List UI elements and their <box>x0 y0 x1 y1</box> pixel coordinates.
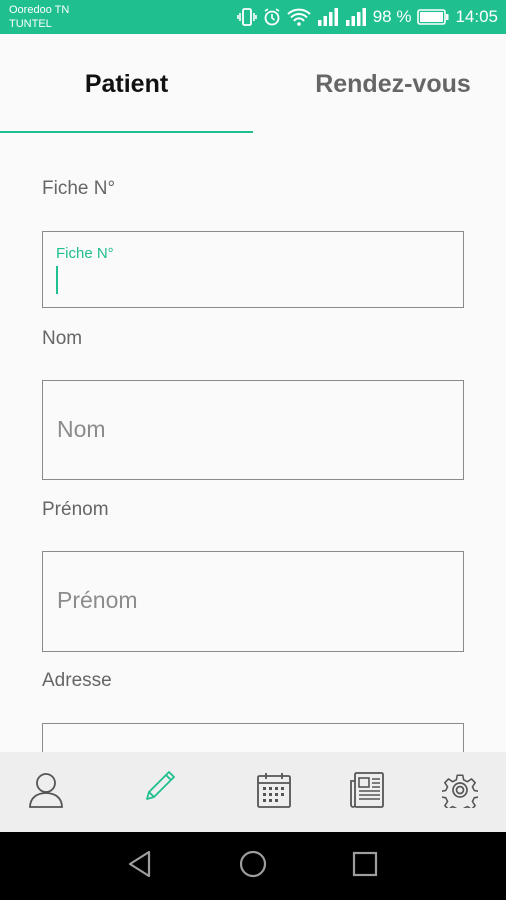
battery-percent: 98 % <box>372 7 412 26</box>
carrier-info: Ooredoo TN TUNTEL <box>9 3 69 31</box>
vibrate-icon <box>236 8 257 26</box>
patient-form: Fiche N° Fiche N° Nom Nom Prénom Prénom … <box>0 134 506 752</box>
tab-rendez-vous[interactable]: Rendez-vous <box>253 34 506 134</box>
tab-bar: Patient Rendez-vous <box>0 34 506 134</box>
fiche-input[interactable]: Fiche N° <box>42 231 464 308</box>
adresse-label: Adresse <box>42 670 112 691</box>
home-button[interactable] <box>235 848 271 884</box>
back-icon <box>127 850 153 883</box>
signal-icon <box>345 8 367 26</box>
nom-placeholder: Nom <box>57 416 106 442</box>
settings-icon <box>440 772 480 814</box>
nav-settings[interactable] <box>434 766 486 818</box>
system-navigation-bar <box>0 832 506 900</box>
active-tab-indicator <box>0 131 253 133</box>
fiche-label: Fiche N° <box>42 178 116 199</box>
text-cursor <box>56 266 58 294</box>
nav-edit[interactable] <box>134 760 186 812</box>
carrier-name: Ooredoo TN <box>9 4 70 16</box>
wifi-icon <box>287 8 311 26</box>
fiche-floating-label: Fiche N° <box>56 245 114 262</box>
prenom-input[interactable]: Prénom <box>42 551 464 652</box>
newspaper-icon <box>349 771 385 814</box>
status-icons: 98 % 14:05 <box>236 6 498 28</box>
profile-icon <box>28 771 64 814</box>
recents-button[interactable] <box>347 848 383 884</box>
nav-profile[interactable] <box>20 766 72 818</box>
prenom-label: Prénom <box>42 499 109 520</box>
nav-calendar[interactable] <box>248 766 300 818</box>
nom-label: Nom <box>42 328 83 349</box>
signal-icon <box>317 8 339 26</box>
status-bar: Ooredoo TN TUNTEL 98 % 14:05 <box>0 0 506 34</box>
alarm-icon <box>263 8 281 26</box>
tab-patient[interactable]: Patient <box>0 34 253 134</box>
nav-news[interactable] <box>341 766 393 818</box>
status-time: 14:05 <box>455 7 498 26</box>
battery-icon <box>417 9 449 25</box>
bottom-navigation <box>0 752 506 832</box>
adresse-input[interactable] <box>42 723 464 752</box>
carrier-network: TUNTEL <box>9 18 52 30</box>
prenom-placeholder: Prénom <box>57 587 138 613</box>
home-icon <box>239 850 267 883</box>
pencil-icon <box>141 765 179 808</box>
nom-input[interactable]: Nom <box>42 380 464 480</box>
back-button[interactable] <box>122 848 158 884</box>
recents-icon <box>352 851 378 882</box>
calendar-icon <box>256 771 292 814</box>
